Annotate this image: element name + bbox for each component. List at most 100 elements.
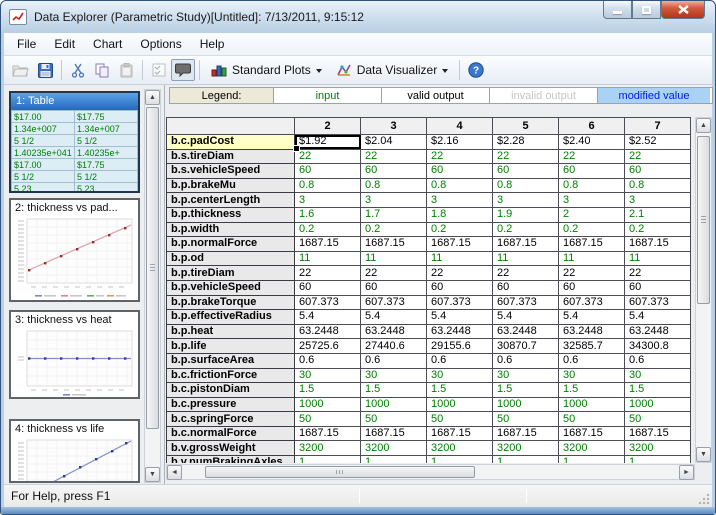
help-button[interactable]: ? [464, 59, 488, 81]
table-cell[interactable]: 27440.6 [361, 339, 427, 354]
table-cell[interactable]: 1.8 [427, 207, 493, 222]
copy-button[interactable] [90, 59, 114, 81]
table-horizontal-scrollbar[interactable]: ◄ ► [166, 464, 695, 480]
row-label-b.s.tireDiam[interactable]: b.s.tireDiam [167, 149, 295, 164]
table-cell[interactable]: $2.16 [427, 135, 493, 150]
table-cell[interactable]: 1 [559, 456, 625, 463]
table-cell[interactable]: 607.373 [559, 295, 625, 310]
table-cell[interactable]: 50 [427, 412, 493, 427]
table-cell[interactable]: 0.6 [559, 353, 625, 368]
table-cell[interactable]: 0.8 [493, 178, 559, 193]
table-cell[interactable]: 50 [625, 412, 691, 427]
table-cell[interactable]: 607.373 [427, 295, 493, 310]
row-label-b.p.brakeMu[interactable]: b.p.brakeMu [167, 178, 295, 193]
table-cell[interactable]: 1687.15 [295, 237, 361, 252]
table-cell[interactable]: 22 [493, 149, 559, 164]
table-cell[interactable]: 0.6 [427, 353, 493, 368]
table-cell[interactable]: 30 [427, 368, 493, 383]
scroll-right-icon[interactable]: ► [679, 465, 694, 480]
row-label-b.p.centerLength[interactable]: b.p.centerLength [167, 193, 295, 208]
table-cell[interactable]: 22 [295, 149, 361, 164]
table-cell[interactable]: 50 [295, 412, 361, 427]
menu-item-file[interactable]: File [8, 34, 45, 54]
table-cell[interactable]: 5.4 [361, 310, 427, 325]
table-cell[interactable]: 3 [625, 193, 691, 208]
save-button[interactable] [33, 59, 57, 81]
table-cell[interactable]: 32585.7 [559, 339, 625, 354]
row-label-b.c.padCost[interactable]: b.c.padCost [167, 135, 295, 150]
column-header-2[interactable]: 2 [295, 118, 361, 135]
table-cell[interactable]: 1687.15 [361, 237, 427, 252]
table-cell[interactable]: 1000 [493, 397, 559, 412]
table-cell[interactable]: 5.4 [625, 310, 691, 325]
table-cell[interactable]: 1687.15 [361, 426, 427, 441]
table-cell[interactable]: 11 [559, 251, 625, 266]
table-cell[interactable]: 1000 [295, 397, 361, 412]
table-cell[interactable]: 60 [427, 164, 493, 179]
table-cell[interactable]: 30 [295, 368, 361, 383]
table-cell[interactable]: 1687.15 [427, 426, 493, 441]
table-cell[interactable]: 0.2 [493, 222, 559, 237]
thumbnail-thickness-vs-life[interactable]: 4: thickness vs life [9, 419, 140, 483]
menu-item-edit[interactable]: Edit [45, 34, 84, 54]
table-cell[interactable]: 50 [559, 412, 625, 427]
row-label-b.p.brakeTorque[interactable]: b.p.brakeTorque [167, 295, 295, 310]
table-cell[interactable]: $2.52 [625, 135, 691, 150]
table-cell[interactable]: 607.373 [625, 295, 691, 310]
table-cell[interactable]: 1000 [361, 397, 427, 412]
table-cell[interactable]: 63.2448 [295, 324, 361, 339]
table-cell[interactable]: 63.2448 [361, 324, 427, 339]
column-header-7[interactable]: 7 [625, 118, 691, 135]
sidebar-scrollbar[interactable]: ▲ ▼ [144, 89, 161, 483]
table-cell[interactable]: 11 [427, 251, 493, 266]
table-cell[interactable]: 3200 [361, 441, 427, 456]
table-cell[interactable]: 22 [361, 149, 427, 164]
scroll-up-icon[interactable]: ▲ [145, 90, 160, 105]
table-cell[interactable]: 0.2 [361, 222, 427, 237]
table-cell[interactable]: 607.373 [493, 295, 559, 310]
table-cell[interactable]: 3200 [427, 441, 493, 456]
table-cell[interactable]: 60 [295, 280, 361, 295]
table-cell[interactable]: 2 [559, 207, 625, 222]
table-cell[interactable]: 22 [361, 266, 427, 281]
table-cell[interactable]: 22 [493, 266, 559, 281]
row-label-b.p.surfaceArea[interactable]: b.p.surfaceArea [167, 353, 295, 368]
table-cell[interactable]: 22 [427, 266, 493, 281]
table-cell[interactable]: 1.9 [493, 207, 559, 222]
table-vertical-scrollbar[interactable]: ▲ ▼ [695, 117, 712, 463]
table-cell[interactable]: 1 [493, 456, 559, 463]
comment-button[interactable] [171, 59, 195, 81]
table-cell[interactable]: 60 [295, 164, 361, 179]
table-cell[interactable]: 0.2 [427, 222, 493, 237]
table-cell[interactable]: 50 [361, 412, 427, 427]
row-label-b.s.vehicleSpeed[interactable]: b.s.vehicleSpeed [167, 164, 295, 179]
scroll-down-icon[interactable]: ▼ [145, 467, 160, 482]
table-vscroll-thumb[interactable] [697, 136, 710, 304]
table-cell[interactable]: 63.2448 [493, 324, 559, 339]
table-cell[interactable]: 63.2448 [427, 324, 493, 339]
table-cell[interactable]: 3 [559, 193, 625, 208]
table-cell[interactable]: $2.04 [361, 135, 427, 150]
checklist-button[interactable] [147, 59, 171, 81]
scroll-left-icon[interactable]: ◄ [167, 465, 182, 480]
row-label-b.c.springForce[interactable]: b.c.springForce [167, 412, 295, 427]
table-cell[interactable]: 1.7 [361, 207, 427, 222]
table-cell[interactable]: 3 [427, 193, 493, 208]
table-cell[interactable]: 0.2 [625, 222, 691, 237]
thumbnail-thickness-vs-pad[interactable]: 2: thickness vs pad... [9, 198, 140, 302]
row-label-b.p.thickness[interactable]: b.p.thickness [167, 207, 295, 222]
table-cell[interactable]: 30 [493, 368, 559, 383]
table-cell[interactable]: 1.5 [361, 383, 427, 398]
column-header-5[interactable]: 5 [493, 118, 559, 135]
table-cell[interactable]: 1000 [625, 397, 691, 412]
thumbnail-thickness-vs-heat[interactable]: 3: thickness vs heat [9, 310, 140, 399]
table-cell[interactable]: 0.6 [493, 353, 559, 368]
table-cell[interactable]: 30 [361, 368, 427, 383]
table-cell[interactable]: 3 [493, 193, 559, 208]
table-cell[interactable]: $2.28 [493, 135, 559, 150]
table-cell[interactable]: 0.2 [295, 222, 361, 237]
data-visualizer-button[interactable]: Data Visualizer [329, 61, 455, 79]
row-label-b.p.vehicleSpeed[interactable]: b.p.vehicleSpeed [167, 280, 295, 295]
table-cell[interactable]: 1687.15 [493, 237, 559, 252]
sidebar-scrollbar-thumb[interactable] [146, 107, 159, 429]
